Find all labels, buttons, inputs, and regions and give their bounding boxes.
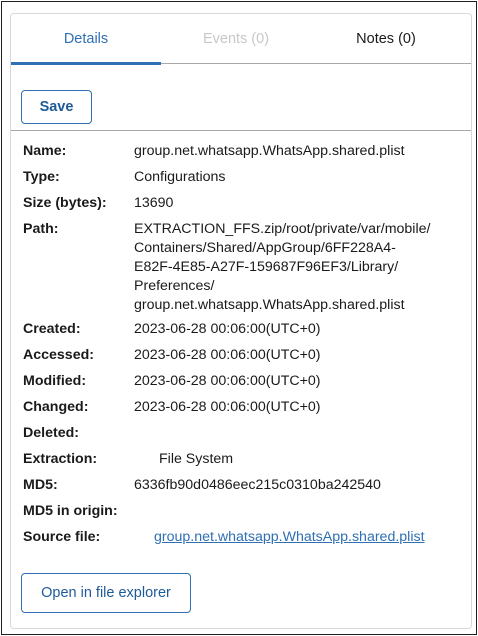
divider bbox=[11, 130, 471, 131]
details-list: Name: group.net.whatsapp.WhatsApp.shared… bbox=[23, 142, 463, 554]
field-label: Accessed: bbox=[23, 347, 94, 363]
field-row-md5: MD5: 6336fb90d0486eec215c0310ba242540 bbox=[23, 476, 463, 502]
field-row-size: Size (bytes): 13690 bbox=[23, 194, 463, 220]
open-in-file-explorer-button[interactable]: Open in file explorer bbox=[21, 573, 191, 613]
field-label: Name: bbox=[23, 143, 67, 159]
field-value: group.net.whatsapp.WhatsApp.shared.plist bbox=[134, 143, 405, 159]
source-file-link[interactable]: group.net.whatsapp.WhatsApp.shared.plist bbox=[154, 528, 463, 547]
field-value: 2023-06-28 00:06:00(UTC+0) bbox=[134, 347, 321, 363]
tab-notes[interactable]: Notes (0) bbox=[311, 14, 461, 63]
field-label: Deleted: bbox=[23, 425, 79, 441]
field-label: Type: bbox=[23, 169, 60, 185]
field-value: 13690 bbox=[134, 195, 174, 211]
field-row-changed: Changed: 2023-06-28 00:06:00(UTC+0) bbox=[23, 398, 463, 424]
tab-details[interactable]: Details bbox=[11, 14, 161, 65]
field-row-source-file: Source file: group.net.whatsapp.WhatsApp… bbox=[23, 528, 463, 554]
field-row-name: Name: group.net.whatsapp.WhatsApp.shared… bbox=[23, 142, 463, 168]
field-label: MD5: bbox=[23, 477, 58, 493]
field-row-created: Created: 2023-06-28 00:06:00(UTC+0) bbox=[23, 320, 463, 346]
field-label: Extraction: bbox=[23, 451, 98, 467]
field-label: Changed: bbox=[23, 399, 89, 415]
save-button[interactable]: Save bbox=[21, 90, 92, 124]
field-label: Created: bbox=[23, 321, 81, 337]
window-frame: Details Events (0) Notes (0) Save Name: … bbox=[1, 1, 477, 635]
field-row-extraction: Extraction: File System bbox=[23, 450, 463, 476]
field-row-deleted: Deleted: bbox=[23, 424, 463, 450]
field-value: EXTRACTION_FFS.zip/root/private/var/mobi… bbox=[134, 221, 431, 313]
field-value: File System bbox=[159, 451, 234, 467]
field-label: Path: bbox=[23, 221, 59, 237]
field-value: Configurations bbox=[134, 169, 226, 185]
field-label: MD5 in origin: bbox=[23, 503, 118, 519]
tab-events: Events (0) bbox=[202, 30, 270, 47]
field-row-path: Path: EXTRACTION_FFS.zip/root/private/va… bbox=[23, 220, 463, 320]
field-value: 2023-06-28 00:06:00(UTC+0) bbox=[134, 321, 321, 337]
field-value: 2023-06-28 00:06:00(UTC+0) bbox=[134, 399, 321, 415]
field-value: 6336fb90d0486eec215c0310ba242540 bbox=[134, 477, 381, 493]
details-panel: Details Events (0) Notes (0) Save Name: … bbox=[10, 13, 472, 629]
open-in-file-explorer-label: Open in file explorer bbox=[41, 585, 171, 601]
field-label: Source file: bbox=[23, 529, 101, 545]
field-row-modified: Modified: 2023-06-28 00:06:00(UTC+0) bbox=[23, 372, 463, 398]
field-value: 2023-06-28 00:06:00(UTC+0) bbox=[134, 373, 321, 389]
tab-bar: Details Events (0) Notes (0) bbox=[11, 14, 471, 65]
field-row-md5-origin: MD5 in origin: bbox=[23, 502, 463, 528]
field-row-type: Type: Configurations bbox=[23, 168, 463, 194]
field-row-accessed: Accessed: 2023-06-28 00:06:00(UTC+0) bbox=[23, 346, 463, 372]
field-label: Size (bytes): bbox=[23, 195, 107, 211]
field-label: Modified: bbox=[23, 373, 87, 389]
